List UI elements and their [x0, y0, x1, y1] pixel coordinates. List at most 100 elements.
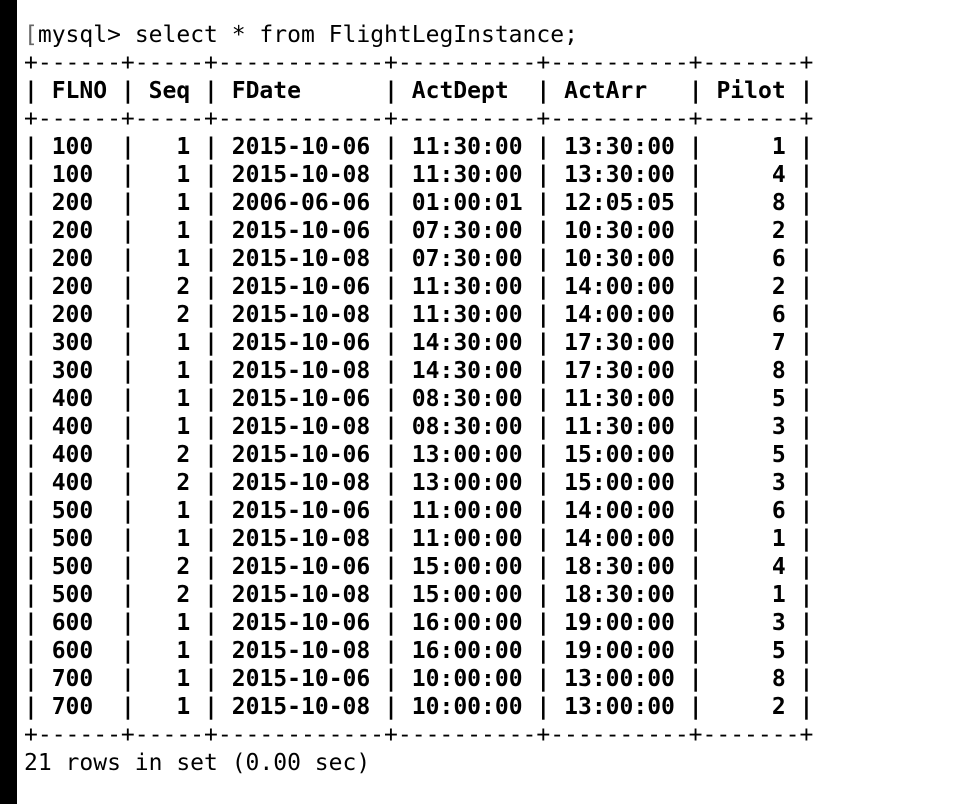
table-cell: 08:30:00	[411, 386, 523, 412]
table-cell: 100	[51, 162, 94, 188]
table-row: | 400 | 1 | 2015-10-08 | 08:30:00 | 11:3…	[24, 414, 814, 440]
table-cell: 13:30:00	[564, 162, 675, 188]
table-cell: 2	[176, 442, 191, 468]
table-row: | 100 | 1 | 2015-10-06 | 11:30:00 | 13:3…	[24, 134, 814, 160]
table-cell: 11:30:00	[564, 414, 675, 440]
table-cell: 2	[176, 582, 191, 608]
table-cell: 14:00:00	[564, 274, 675, 300]
table-cell: 200	[51, 302, 94, 328]
table-cell: 01:00:01	[411, 190, 523, 216]
table-row: | 700 | 1 | 2015-10-08 | 10:00:00 | 13:0…	[24, 694, 814, 720]
table-cell: 300	[51, 330, 94, 356]
table-cell: 3	[771, 414, 786, 440]
table-cell: 07:30:00	[411, 246, 523, 272]
table-cell: 2015-10-06	[231, 274, 371, 300]
table-cell: 6	[771, 302, 786, 328]
table-cell: 11:00:00	[411, 498, 523, 524]
table-cell: 4	[771, 554, 786, 580]
table-cell: 2015-10-08	[231, 302, 371, 328]
column-header: ActArr	[564, 78, 648, 104]
command-line: [mysql> select * from FlightLegInstance;	[24, 22, 578, 48]
table-cell: 300	[51, 358, 94, 384]
table-cell: 16:00:00	[411, 610, 523, 636]
table-cell: 2015-10-08	[231, 470, 371, 496]
table-cell: 1	[176, 330, 191, 356]
terminal-output[interactable]: [mysql> select * from FlightLegInstance;…	[24, 21, 813, 777]
table-cell: 600	[51, 638, 94, 664]
terminal-window[interactable]: [mysql> select * from FlightLegInstance;…	[0, 0, 976, 804]
table-cell: 14:30:00	[411, 358, 523, 384]
table-cell: 8	[771, 190, 786, 216]
table-cell: 1	[176, 246, 191, 272]
column-header: FLNO	[51, 78, 108, 104]
table-border-top: +------+-----+------------+----------+--…	[24, 50, 814, 76]
table-cell: 2015-10-06	[231, 218, 371, 244]
table-cell: 13:00:00	[411, 470, 523, 496]
column-header: Seq	[148, 78, 191, 104]
table-cell: 14:00:00	[564, 526, 675, 552]
table-cell: 3	[771, 610, 786, 636]
table-cell: 200	[51, 246, 94, 272]
table-cell: 13:00:00	[564, 694, 675, 720]
table-cell: 2015-10-08	[231, 414, 371, 440]
table-cell: 500	[51, 526, 94, 552]
table-cell: 1	[771, 526, 786, 552]
table-cell: 1	[176, 638, 191, 664]
table-cell: 19:00:00	[564, 638, 675, 664]
table-cell: 200	[51, 190, 94, 216]
table-cell: 2	[771, 694, 786, 720]
table-cell: 1	[771, 134, 786, 160]
table-cell: 2015-10-06	[231, 666, 371, 692]
table-cell: 2015-10-06	[231, 386, 371, 412]
table-cell: 14:00:00	[564, 498, 675, 524]
table-cell: 14:30:00	[411, 330, 523, 356]
table-cell: 2015-10-06	[231, 554, 371, 580]
table-cell: 19:00:00	[564, 610, 675, 636]
table-cell: 400	[51, 386, 94, 412]
table-cell: 11:00:00	[411, 526, 523, 552]
table-cell: 8	[771, 666, 786, 692]
table-cell: 11:30:00	[411, 274, 523, 300]
table-cell: 18:30:00	[564, 582, 675, 608]
table-cell: 10:00:00	[411, 666, 523, 692]
table-cell: 2	[176, 470, 191, 496]
table-row: | 600 | 1 | 2015-10-08 | 16:00:00 | 19:0…	[24, 638, 814, 664]
table-row: | 200 | 1 | 2015-10-06 | 07:30:00 | 10:3…	[24, 218, 814, 244]
table-cell: 2015-10-08	[231, 694, 371, 720]
table-cell: 700	[51, 694, 94, 720]
table-cell: 100	[51, 134, 94, 160]
table-cell: 1	[771, 582, 786, 608]
table-row: | 200 | 1 | 2015-10-08 | 07:30:00 | 10:3…	[24, 246, 814, 272]
prompt: mysql>	[37, 22, 121, 48]
table-cell: 15:00:00	[411, 582, 523, 608]
table-cell: 4	[771, 162, 786, 188]
table-cell: 2015-10-08	[231, 246, 371, 272]
table-cell: 700	[51, 666, 94, 692]
table-cell: 1	[176, 218, 191, 244]
table-cell: 2015-10-06	[231, 610, 371, 636]
table-cell: 15:00:00	[564, 442, 675, 468]
table-row: | 600 | 1 | 2015-10-06 | 16:00:00 | 19:0…	[24, 610, 814, 636]
table-cell: 2015-10-08	[231, 358, 371, 384]
table-cell: 500	[51, 554, 94, 580]
column-header: Pilot	[716, 78, 786, 104]
table-cell: 13:30:00	[564, 134, 675, 160]
table-row: | 500 | 1 | 2015-10-08 | 11:00:00 | 14:0…	[24, 526, 814, 552]
table-cell: 15:00:00	[564, 470, 675, 496]
table-cell: 2006-06-06	[231, 190, 371, 216]
table-row: | 200 | 1 | 2006-06-06 | 01:00:01 | 12:0…	[24, 190, 814, 216]
table-cell: 12:05:05	[564, 190, 675, 216]
table-cell: 1	[176, 694, 191, 720]
table-cell: 2015-10-06	[231, 330, 371, 356]
table-cell: 10:30:00	[564, 246, 675, 272]
table-cell: 2015-10-08	[231, 526, 371, 552]
table-cell: 500	[51, 582, 94, 608]
table-cell: 2015-10-06	[231, 134, 371, 160]
table-row: | 400 | 2 | 2015-10-08 | 13:00:00 | 15:0…	[24, 470, 814, 496]
table-cell: 5	[771, 442, 786, 468]
table-cell: 400	[51, 442, 94, 468]
table-row: | 100 | 1 | 2015-10-08 | 11:30:00 | 13:3…	[24, 162, 814, 188]
table-cell: 1	[176, 666, 191, 692]
table-border-bottom: +------+-----+------------+----------+--…	[24, 722, 814, 748]
table-cell: 200	[51, 274, 94, 300]
